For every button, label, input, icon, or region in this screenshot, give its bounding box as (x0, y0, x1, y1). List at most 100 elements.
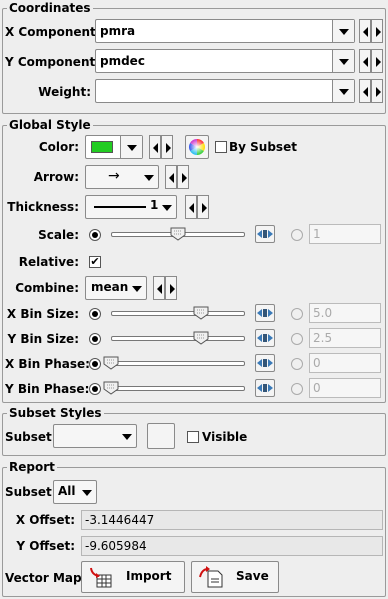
xbin-phase-reset-button[interactable] (255, 354, 275, 372)
x-offset-label: X Offset: (15, 513, 75, 527)
y-component-select[interactable]: pmdec (95, 49, 355, 73)
reset-slider-icon (257, 230, 273, 238)
xbin-size-slider-radio[interactable] (89, 308, 101, 320)
step-left-icon[interactable] (169, 173, 174, 183)
report-panel: Report Subset: All X Offset: -3.1446447 … (2, 459, 386, 597)
color-wheel-button[interactable] (185, 135, 209, 159)
reset-slider-icon (257, 359, 273, 367)
ybin-size-slider-radio[interactable] (89, 333, 101, 345)
thickness-line-preview (94, 206, 146, 208)
weight-label: Weight: (38, 85, 91, 99)
subset-color-button[interactable] (147, 423, 175, 449)
import-button[interactable]: Import (81, 561, 185, 593)
y-component-stepper[interactable] (359, 49, 383, 73)
arrow-label: Arrow: (33, 170, 79, 184)
scale-reset-button[interactable] (255, 225, 275, 243)
dropdown-arrow-icon (132, 286, 142, 292)
report-subset-select[interactable]: All (53, 480, 97, 504)
slider-thumb-icon[interactable] (193, 306, 209, 320)
reset-slider-icon (257, 384, 273, 392)
ybin-phase-reset-button[interactable] (255, 379, 275, 397)
dropdown-arrow-icon (126, 145, 137, 151)
step-left-icon[interactable] (157, 284, 162, 294)
xbin-size-label: X Bin Size: (6, 307, 79, 321)
step-right-icon[interactable] (376, 87, 381, 97)
coordinates-panel: Coordinates X Component: pmra Y Componen… (2, 0, 386, 114)
xbin-size-slider[interactable] (111, 305, 245, 321)
thickness-stepper[interactable] (185, 195, 209, 219)
by-subset-label: By Subset (229, 140, 297, 154)
ybin-size-text-radio[interactable] (291, 333, 303, 345)
scale-text-radio[interactable] (291, 229, 303, 241)
weight-stepper[interactable] (359, 79, 383, 103)
relative-checkbox[interactable]: ✔ (89, 256, 101, 268)
ybin-size-reset-button[interactable] (255, 329, 275, 347)
combine-select[interactable]: mean (85, 276, 147, 300)
color-select[interactable] (85, 135, 143, 159)
dropdown-arrow-icon (338, 89, 349, 95)
report-subset-label: Subset: (5, 485, 57, 499)
step-left-icon[interactable] (363, 87, 368, 97)
dropdown-arrow-icon (162, 205, 172, 211)
step-left-icon[interactable] (189, 203, 194, 213)
slider-thumb-icon[interactable] (103, 356, 119, 370)
subset-styles-title: Subset Styles (7, 405, 104, 421)
ybin-phase-field[interactable]: 0 (309, 378, 381, 398)
ybin-phase-label: Y Bin Phase: (5, 382, 90, 396)
ybin-size-field[interactable]: 2.5 (309, 328, 381, 348)
arrow-select[interactable]: → (85, 165, 159, 189)
slider-thumb-icon[interactable] (103, 381, 119, 395)
xbin-phase-slider[interactable] (103, 355, 245, 371)
step-right-icon[interactable] (376, 57, 381, 67)
step-left-icon[interactable] (363, 57, 368, 67)
report-subset-value: All (58, 484, 76, 498)
slider-thumb-icon[interactable] (170, 227, 186, 241)
xbin-phase-field[interactable]: 0 (309, 353, 381, 373)
step-left-icon[interactable] (363, 27, 368, 37)
step-right-icon[interactable] (182, 173, 187, 183)
thickness-select[interactable]: 1 (85, 195, 177, 219)
step-left-icon[interactable] (153, 143, 158, 153)
combine-value: mean (91, 280, 129, 294)
scale-field[interactable]: 1 (309, 224, 381, 244)
ybin-phase-slider[interactable] (103, 380, 245, 396)
ybin-phase-slider-radio[interactable] (89, 383, 101, 395)
ybin-size-slider[interactable] (111, 330, 245, 346)
weight-select[interactable] (95, 79, 355, 103)
step-right-icon[interactable] (376, 27, 381, 37)
coordinates-title: Coordinates (7, 0, 93, 16)
xbin-size-field[interactable]: 5.0 (309, 303, 381, 323)
step-right-icon[interactable] (202, 203, 207, 213)
combine-label: Combine: (15, 281, 79, 295)
save-label: Save (236, 569, 269, 583)
import-label: Import (126, 569, 172, 583)
xbin-phase-slider-radio[interactable] (89, 358, 101, 370)
scale-slider-radio[interactable] (89, 229, 101, 241)
relative-label: Relative: (18, 255, 79, 269)
x-component-select[interactable]: pmra (95, 19, 355, 43)
scale-slider[interactable] (111, 226, 245, 242)
save-button[interactable]: Save (191, 561, 279, 593)
xbin-phase-text-radio[interactable] (291, 358, 303, 370)
step-right-icon[interactable] (170, 284, 175, 294)
combine-stepper[interactable] (153, 276, 177, 300)
visible-checkbox[interactable] (187, 431, 199, 443)
step-right-icon[interactable] (166, 143, 171, 153)
color-label: Color: (38, 140, 79, 154)
subset-styles-panel: Subset Styles Subset: Visible (2, 405, 386, 456)
color-stepper[interactable] (149, 135, 173, 159)
x-component-label: X Component: (5, 25, 101, 39)
xbin-size-text-radio[interactable] (291, 308, 303, 320)
arrow-stepper[interactable] (165, 165, 189, 189)
ybin-phase-text-radio[interactable] (291, 383, 303, 395)
slider-thumb-icon[interactable] (193, 331, 209, 345)
vector-map-label: Vector Map: (5, 571, 87, 585)
visible-label: Visible (202, 430, 248, 444)
subset-styles-subset-select[interactable] (53, 424, 137, 448)
by-subset-checkbox[interactable] (215, 141, 227, 153)
thickness-value: 1 (150, 198, 159, 212)
xbin-size-reset-button[interactable] (255, 304, 275, 322)
y-offset-field: -9.605984 (81, 536, 383, 556)
x-component-stepper[interactable] (359, 19, 383, 43)
subset-styles-subset-label: Subset: (5, 430, 57, 444)
